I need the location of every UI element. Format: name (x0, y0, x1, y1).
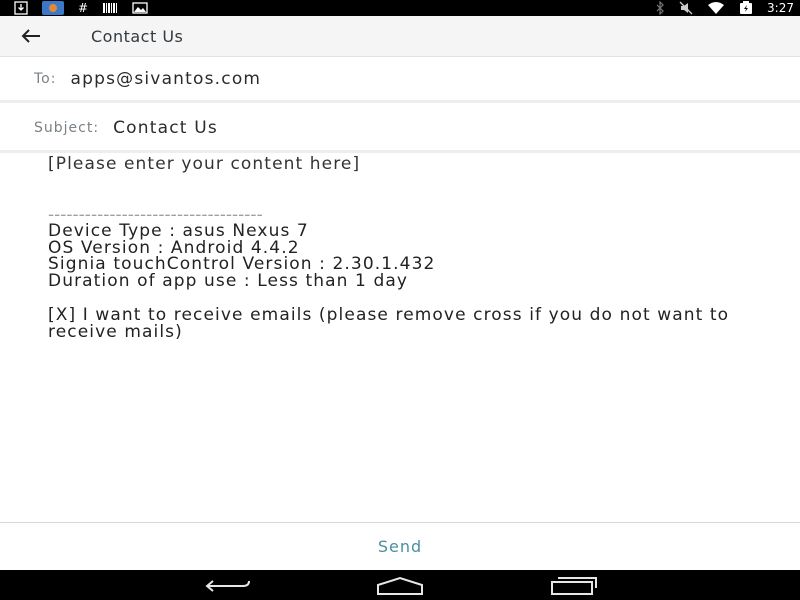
to-field[interactable]: To: apps@sivantos.com (0, 57, 800, 103)
download-icon (14, 1, 28, 15)
barcode-icon (102, 1, 118, 15)
nav-home-button[interactable] (376, 576, 424, 596)
bluetooth-icon (655, 1, 665, 15)
nav-recents-button[interactable] (550, 576, 598, 596)
nav-home-icon (377, 576, 423, 595)
screen: # 3:27 Contact Us To: apps@sivantos.com … (0, 0, 800, 600)
page-title: Contact Us (91, 26, 184, 46)
hash-icon: # (78, 1, 89, 15)
message-body[interactable]: [Please enter your content here] -------… (48, 156, 778, 340)
mute-icon (679, 1, 693, 15)
app-bar: Contact Us (0, 16, 800, 57)
body-placeholder: [Please enter your content here] (48, 154, 361, 174)
usage-duration-line: Duration of app use : Less than 1 day (48, 270, 409, 291)
back-button[interactable] (18, 16, 44, 57)
nav-back-button[interactable] (205, 576, 253, 596)
status-bar: # 3:27 (0, 0, 800, 16)
photo-icon (132, 1, 148, 15)
nav-recents-icon (551, 577, 597, 595)
nav-back-icon (205, 580, 250, 592)
subject-label: Subject: (34, 120, 100, 136)
subject-value[interactable]: Contact Us (113, 118, 218, 138)
status-left: # (14, 0, 148, 16)
battery-icon (739, 1, 753, 15)
wifi-icon (707, 1, 725, 15)
navigation-bar (0, 570, 800, 600)
subject-field[interactable]: Subject: Contact Us (0, 106, 800, 153)
email-opt-in-text: [X] I want to receive emails (please rem… (48, 305, 730, 342)
status-right: 3:27 (655, 0, 794, 16)
status-time: 3:27 (767, 1, 794, 15)
send-bar: Send (0, 522, 800, 570)
app-notification-icon (42, 1, 64, 15)
to-label: To: (34, 70, 57, 87)
to-value[interactable]: apps@sivantos.com (70, 69, 261, 89)
send-button[interactable]: Send (378, 537, 422, 556)
back-arrow-icon (21, 29, 40, 43)
